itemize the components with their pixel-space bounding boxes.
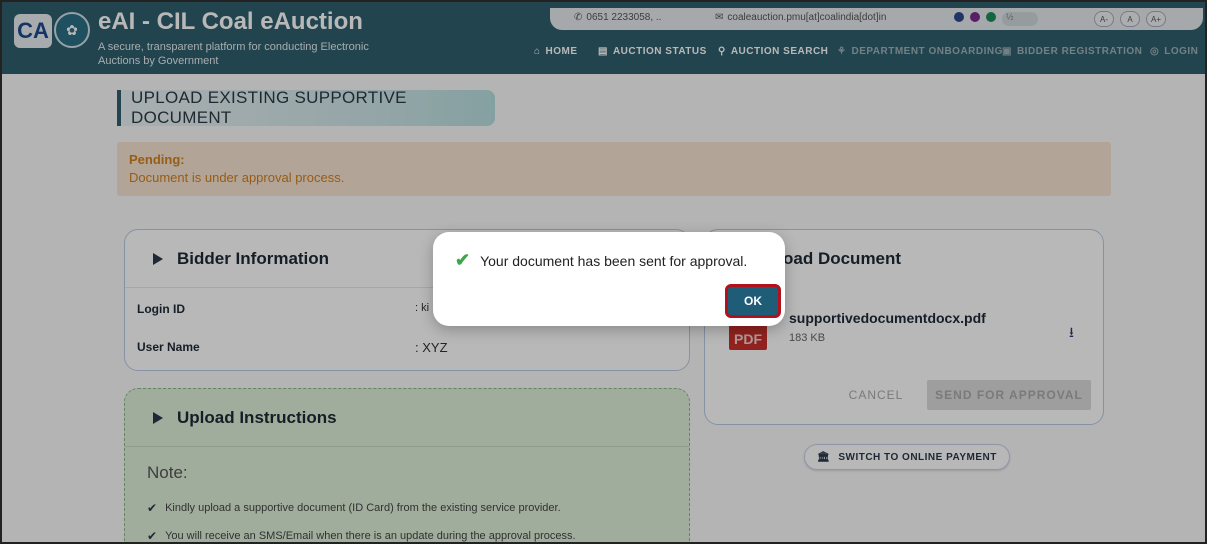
success-dialog: ✔ Your document has been sent for approv…	[433, 232, 785, 326]
ok-button[interactable]: OK	[725, 284, 781, 318]
dialog-message: ✔ Your document has been sent for approv…	[455, 250, 747, 271]
app-window: CA ✿ eAI - CIL Coal eAuction A secure, t…	[0, 0, 1207, 544]
success-check-icon: ✔	[455, 250, 471, 270]
dialog-message-text: Your document has been sent for approval…	[480, 252, 748, 269]
